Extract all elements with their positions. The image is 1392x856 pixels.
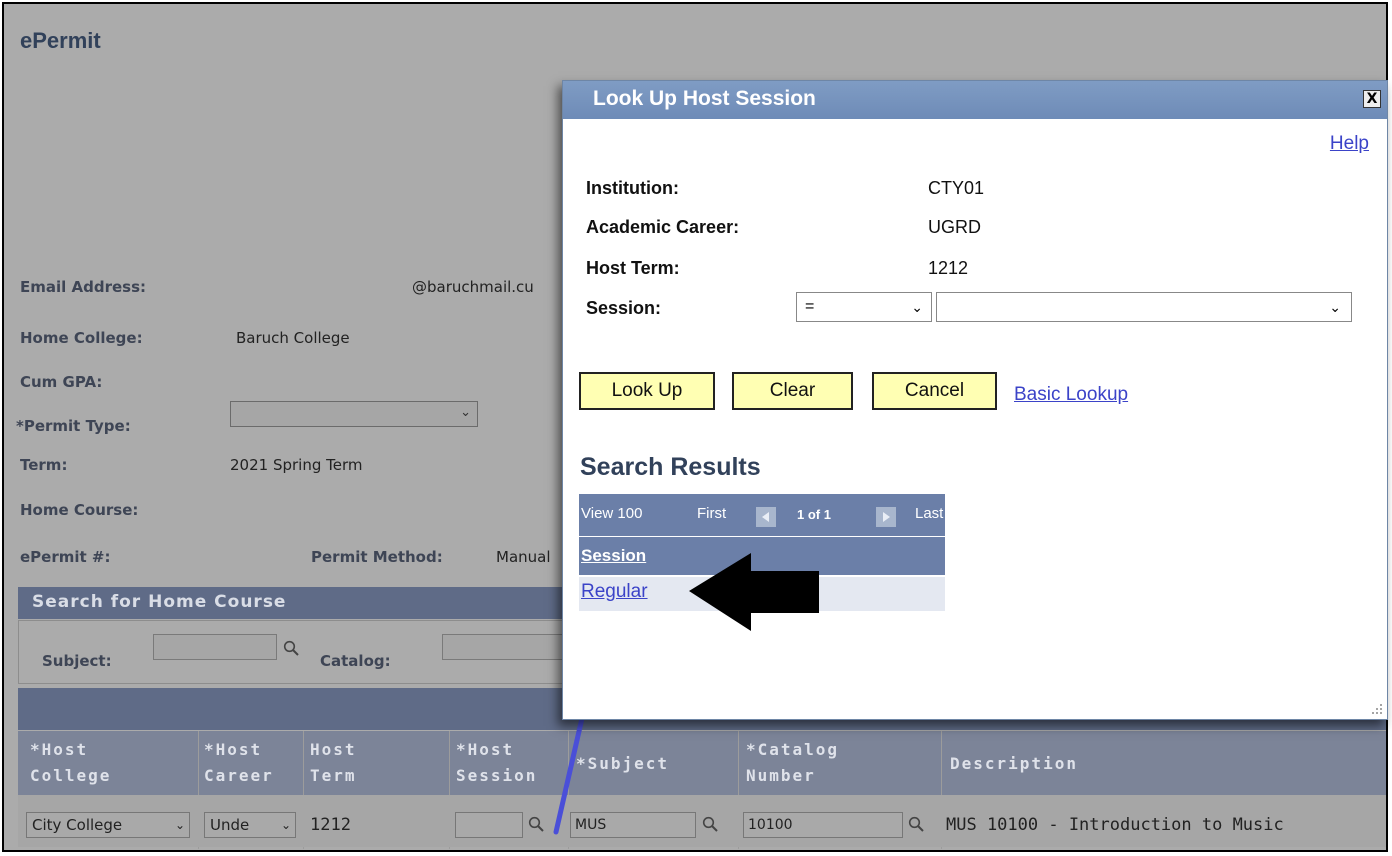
cancel-button[interactable]: Cancel xyxy=(872,372,997,410)
page-indicator: 1 of 1 xyxy=(797,507,831,522)
session-column-header[interactable]: Session xyxy=(581,546,646,566)
chevron-down-icon: ⌄ xyxy=(280,818,291,832)
catalog-search-input[interactable] xyxy=(442,634,572,660)
host-term-value: 1212 xyxy=(928,258,969,278)
next-page-icon[interactable] xyxy=(876,507,896,527)
col-host-college-header: *Host College xyxy=(30,740,112,785)
dialog-title: Look Up Host Session xyxy=(593,87,816,110)
permit-method-label: Permit Method: xyxy=(311,548,443,566)
home-course-label: Home Course: xyxy=(20,501,139,519)
host-session-lookup-icon[interactable] xyxy=(528,816,544,832)
close-icon[interactable]: X xyxy=(1363,90,1381,108)
subject-lookup-icon[interactable] xyxy=(702,816,718,832)
chevron-down-icon: ⌄ xyxy=(911,299,923,315)
resize-grip-icon[interactable] xyxy=(1371,703,1383,715)
col-host-session-header: *Host Session xyxy=(456,740,538,785)
first-page-icon[interactable] xyxy=(756,507,776,527)
epermit-number-label: ePermit #: xyxy=(20,548,111,566)
academic-career-value: UGRD xyxy=(928,217,981,237)
host-term-label: Host Term: xyxy=(586,258,680,278)
basic-lookup-link[interactable]: Basic Lookup xyxy=(1014,384,1128,406)
magnifier-icon[interactable] xyxy=(283,640,299,656)
subject-search-input[interactable] xyxy=(153,634,277,660)
session-label: Session: xyxy=(586,298,662,318)
view-100-link[interactable]: View 100 xyxy=(581,505,642,522)
description-value: MUS 10100 - Introduction to Music xyxy=(946,815,1284,835)
first-link[interactable]: First xyxy=(697,505,726,522)
email-value: @baruchmail.cu xyxy=(412,278,534,296)
home-college-value: Baruch College xyxy=(236,329,350,347)
dialog-titlebar: Look Up Host Session X xyxy=(563,81,1387,119)
lookup-dialog: Look Up Host Session X Help Institution:… xyxy=(562,80,1388,720)
col-catalog-number-header: *Catalog Number xyxy=(746,740,840,785)
col-description-header: Description xyxy=(950,754,1078,773)
subject-search-label: Subject: xyxy=(42,652,112,670)
results-navigation-bar: View 100 First 1 of 1 Last xyxy=(579,494,945,536)
cum-gpa-label: Cum GPA: xyxy=(20,373,103,391)
chevron-down-icon: ⌄ xyxy=(460,405,471,420)
clear-button[interactable]: Clear xyxy=(732,372,853,410)
institution-label: Institution: xyxy=(586,178,679,198)
host-term-value: 1212 xyxy=(310,815,351,835)
host-college-select[interactable]: City College ⌄ xyxy=(26,812,190,838)
academic-career-label: Academic Career: xyxy=(586,217,740,237)
term-label: Term: xyxy=(20,456,68,474)
search-home-course-title: Search for Home Course xyxy=(32,592,287,612)
home-college-label: Home College: xyxy=(20,329,143,347)
col-host-career-header: *Host Career xyxy=(204,740,274,785)
catalog-number-input[interactable]: 10100 xyxy=(743,812,903,838)
chevron-down-icon: ⌄ xyxy=(174,818,185,832)
page-title: ePermit xyxy=(20,28,101,53)
session-value-select[interactable]: ⌄ xyxy=(936,292,1352,322)
host-career-select[interactable]: Unde ⌄ xyxy=(204,812,296,838)
catalog-search-label: Catalog: xyxy=(320,652,391,670)
institution-value: CTY01 xyxy=(928,178,985,198)
session-operator-select[interactable]: = ⌄ xyxy=(796,292,932,322)
catalog-lookup-icon[interactable] xyxy=(908,816,924,832)
term-value: 2021 Spring Term xyxy=(230,456,363,474)
permit-method-value: Manual xyxy=(496,548,551,566)
permit-type-label: *Permit Type: xyxy=(16,417,131,435)
col-host-term-header: Host Term xyxy=(310,740,357,785)
annotation-arrow-icon xyxy=(689,553,819,631)
search-results-title: Search Results xyxy=(580,453,761,481)
result-regular-link[interactable]: Regular xyxy=(581,581,648,603)
look-up-button[interactable]: Look Up xyxy=(579,372,715,410)
chevron-down-icon: ⌄ xyxy=(1329,299,1341,315)
host-session-input[interactable] xyxy=(455,812,523,838)
last-link[interactable]: Last xyxy=(915,505,943,522)
permit-type-select[interactable]: ⌄ xyxy=(230,401,478,427)
help-link[interactable]: Help xyxy=(1330,133,1369,155)
email-label: Email Address: xyxy=(20,278,147,296)
